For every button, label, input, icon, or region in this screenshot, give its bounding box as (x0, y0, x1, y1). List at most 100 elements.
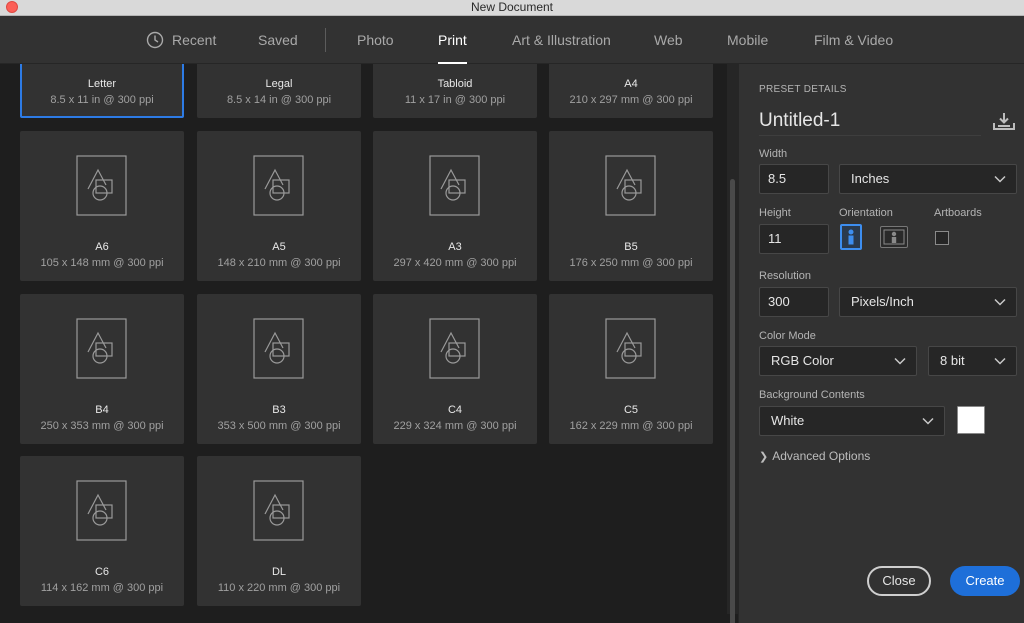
document-icon (76, 155, 127, 216)
preset-card-a3[interactable]: A3 297 x 420 mm @ 300 ppi (373, 131, 537, 281)
preset-size: 229 x 324 mm @ 300 ppi (393, 420, 517, 432)
chevron-down-icon (994, 357, 1006, 365)
document-icon (76, 480, 127, 541)
preset-size: 114 x 162 mm @ 300 ppi (40, 582, 164, 594)
resolution-field[interactable]: 300 (759, 287, 829, 317)
preset-details-panel: PRESET DETAILS Untitled-1 Width 8.5 Inch… (738, 64, 1024, 623)
color-mode-select[interactable]: RGB Color (759, 346, 917, 376)
portrait-icon (848, 229, 854, 245)
landscape-orientation-button[interactable] (880, 226, 908, 248)
document-icon (253, 318, 304, 379)
close-button[interactable]: Close (867, 566, 931, 596)
height-field[interactable]: 11 (759, 224, 829, 254)
document-icon (605, 155, 656, 216)
background-contents-value: White (771, 413, 805, 428)
background-color-swatch[interactable] (957, 406, 985, 434)
presets-scrollbar[interactable] (727, 64, 738, 623)
preset-card-letter[interactable]: Letter 8.5 x 11 in @ 300 ppi (20, 64, 184, 118)
document-icon (253, 480, 304, 541)
tab-divider (325, 28, 326, 52)
bit-depth-value: 8 bit (940, 353, 965, 368)
preset-size: 11 x 17 in @ 300 ppi (404, 94, 506, 106)
background-contents-select[interactable]: White (759, 406, 945, 436)
preset-size: 250 x 353 mm @ 300 ppi (40, 420, 164, 432)
document-icon (253, 155, 304, 216)
color-mode-label: Color Mode (759, 330, 816, 342)
preset-name-input[interactable]: Untitled-1 (759, 106, 981, 136)
tab-web[interactable]: Web (654, 16, 683, 64)
chevron-right-icon: ❯ (759, 451, 769, 463)
preset-size: 297 x 420 mm @ 300 ppi (393, 257, 517, 269)
document-icon (429, 155, 480, 216)
advanced-options-toggle[interactable]: ❯ Advanced Options (759, 449, 870, 463)
height-label: Height (759, 207, 791, 219)
preset-details-heading: PRESET DETAILS (759, 84, 847, 95)
scrollbar-thumb[interactable] (730, 179, 735, 623)
resolution-unit-select[interactable]: Pixels/Inch (839, 287, 1017, 317)
title-bar: New Document (0, 0, 1024, 16)
preset-card-b5[interactable]: B5 176 x 250 mm @ 300 ppi (549, 131, 713, 281)
portrait-orientation-button[interactable] (840, 224, 862, 250)
document-icon (429, 318, 480, 379)
document-icon (605, 318, 656, 379)
chevron-down-icon (894, 357, 906, 365)
preset-card-tabloid[interactable]: Tabloid 11 x 17 in @ 300 ppi (373, 64, 537, 118)
resolution-label: Resolution (759, 270, 811, 282)
chevron-down-icon (994, 298, 1006, 306)
orientation-label: Orientation (839, 207, 893, 219)
artboards-checkbox[interactable] (935, 231, 949, 245)
preset-card-b3[interactable]: B3 353 x 500 mm @ 300 ppi (197, 294, 361, 444)
preset-name: DL (271, 566, 287, 578)
chevron-down-icon (994, 175, 1006, 183)
preset-size: 176 x 250 mm @ 300 ppi (569, 257, 693, 269)
preset-size: 110 x 220 mm @ 300 ppi (217, 582, 341, 594)
width-unit-value: Inches (851, 171, 890, 186)
preset-name: A6 (95, 241, 109, 253)
tab-print[interactable]: Print (438, 16, 467, 64)
preset-card-b4[interactable]: B4 250 x 353 mm @ 300 ppi (20, 294, 184, 444)
preset-name: B5 (624, 241, 638, 253)
resolution-unit-value: Pixels/Inch (851, 294, 914, 309)
create-button[interactable]: Create (950, 566, 1020, 596)
preset-card-dl[interactable]: DL 110 x 220 mm @ 300 ppi (197, 456, 361, 606)
tab-film-video[interactable]: Film & Video (814, 16, 893, 64)
preset-name: A4 (624, 78, 638, 90)
width-field[interactable]: 8.5 (759, 164, 829, 194)
tab-mobile[interactable]: Mobile (727, 16, 768, 64)
preset-name: C6 (94, 566, 110, 578)
preset-card-a5[interactable]: A5 148 x 210 mm @ 300 ppi (197, 131, 361, 281)
preset-name: C5 (623, 404, 639, 416)
chevron-down-icon (922, 417, 934, 425)
preset-size: 105 x 148 mm @ 300 ppi (40, 257, 164, 269)
tab-recent-label: Recent (172, 32, 217, 48)
artboards-label: Artboards (934, 207, 982, 219)
tab-recent[interactable]: Recent (146, 16, 216, 64)
preset-card-c4[interactable]: C4 229 x 324 mm @ 300 ppi (373, 294, 537, 444)
category-tabs: Recent Saved Photo Print Art & Illustrat… (0, 16, 1024, 64)
preset-size: 8.5 x 14 in @ 300 ppi (226, 94, 332, 106)
preset-card-legal[interactable]: Legal 8.5 x 14 in @ 300 ppi (197, 64, 361, 118)
tab-photo[interactable]: Photo (357, 16, 394, 64)
save-preset-icon[interactable] (993, 112, 1015, 130)
preset-name: B4 (95, 404, 109, 416)
landscape-icon (883, 229, 905, 245)
width-unit-select[interactable]: Inches (839, 164, 1017, 194)
clock-icon (146, 31, 164, 48)
preset-size: 8.5 x 11 in @ 300 ppi (50, 94, 154, 106)
advanced-options-label: Advanced Options (772, 449, 871, 463)
preset-card-c6[interactable]: C6 114 x 162 mm @ 300 ppi (20, 456, 184, 606)
preset-name: A5 (272, 241, 286, 253)
tab-saved[interactable]: Saved (258, 16, 298, 64)
preset-card-c5[interactable]: C5 162 x 229 mm @ 300 ppi (549, 294, 713, 444)
preset-card-a4[interactable]: A4 210 x 297 mm @ 300 ppi (549, 64, 713, 118)
preset-name: B3 (272, 404, 286, 416)
preset-card-a6[interactable]: A6 105 x 148 mm @ 300 ppi (20, 131, 184, 281)
background-contents-label: Background Contents (759, 389, 865, 401)
preset-size: 353 x 500 mm @ 300 ppi (217, 420, 341, 432)
bit-depth-select[interactable]: 8 bit (928, 346, 1017, 376)
preset-size: 148 x 210 mm @ 300 ppi (217, 257, 341, 269)
color-mode-value: RGB Color (771, 353, 834, 368)
tab-art-illustration[interactable]: Art & Illustration (512, 16, 611, 64)
preset-name: Legal (265, 78, 293, 90)
preset-name: Letter (87, 78, 117, 90)
